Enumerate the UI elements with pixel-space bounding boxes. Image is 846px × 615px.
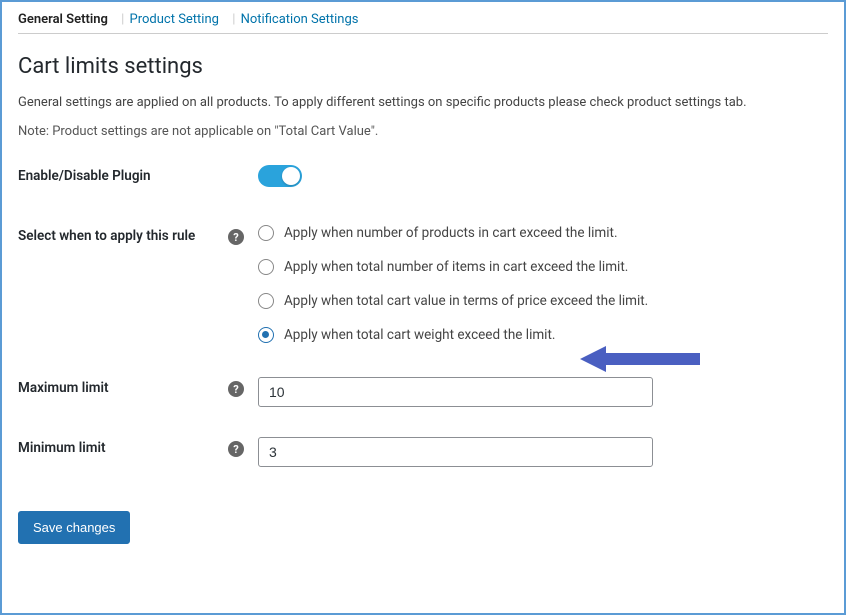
tabs-nav: General Setting | Product Setting | Noti… — [18, 8, 828, 34]
rule-option-cart-value[interactable]: Apply when total cart value in terms of … — [258, 293, 828, 309]
toggle-knob — [282, 167, 300, 185]
help-icon[interactable]: ? — [228, 441, 244, 457]
tab-notification[interactable]: Notification Settings — [241, 8, 367, 33]
enable-plugin-toggle[interactable] — [258, 165, 302, 187]
rule-option-label: Apply when total number of items in cart… — [284, 259, 628, 275]
tab-separator: | — [119, 12, 126, 27]
tab-separator: | — [230, 12, 237, 27]
tab-product[interactable]: Product Setting — [130, 8, 227, 33]
save-button[interactable]: Save changes — [18, 511, 130, 544]
page-description: General settings are applied on all prod… — [18, 95, 828, 110]
min-limit-input[interactable] — [258, 437, 653, 467]
rule-option-products-count[interactable]: Apply when number of products in cart ex… — [258, 225, 828, 241]
help-icon[interactable]: ? — [228, 381, 244, 397]
radio-icon — [258, 225, 274, 241]
max-limit-input[interactable] — [258, 377, 653, 407]
enable-plugin-label: Enable/Disable Plugin — [18, 165, 228, 184]
page-title: Cart limits settings — [18, 54, 828, 79]
rule-option-label: Apply when number of products in cart ex… — [284, 225, 618, 241]
tab-general[interactable]: General Setting — [18, 8, 116, 33]
rule-option-label: Apply when total cart value in terms of … — [284, 293, 648, 309]
rule-option-items-count[interactable]: Apply when total number of items in cart… — [258, 259, 828, 275]
min-limit-label: Minimum limit — [18, 437, 228, 456]
page-note: Note: Product settings are not applicabl… — [18, 124, 828, 139]
rule-option-label: Apply when total cart weight exceed the … — [284, 327, 555, 343]
help-icon[interactable]: ? — [228, 229, 244, 245]
radio-icon — [258, 293, 274, 309]
max-limit-label: Maximum limit — [18, 377, 228, 396]
select-rule-label: Select when to apply this rule — [18, 225, 228, 244]
rule-option-cart-weight[interactable]: Apply when total cart weight exceed the … — [258, 327, 828, 343]
radio-icon — [258, 327, 274, 343]
radio-icon — [258, 259, 274, 275]
